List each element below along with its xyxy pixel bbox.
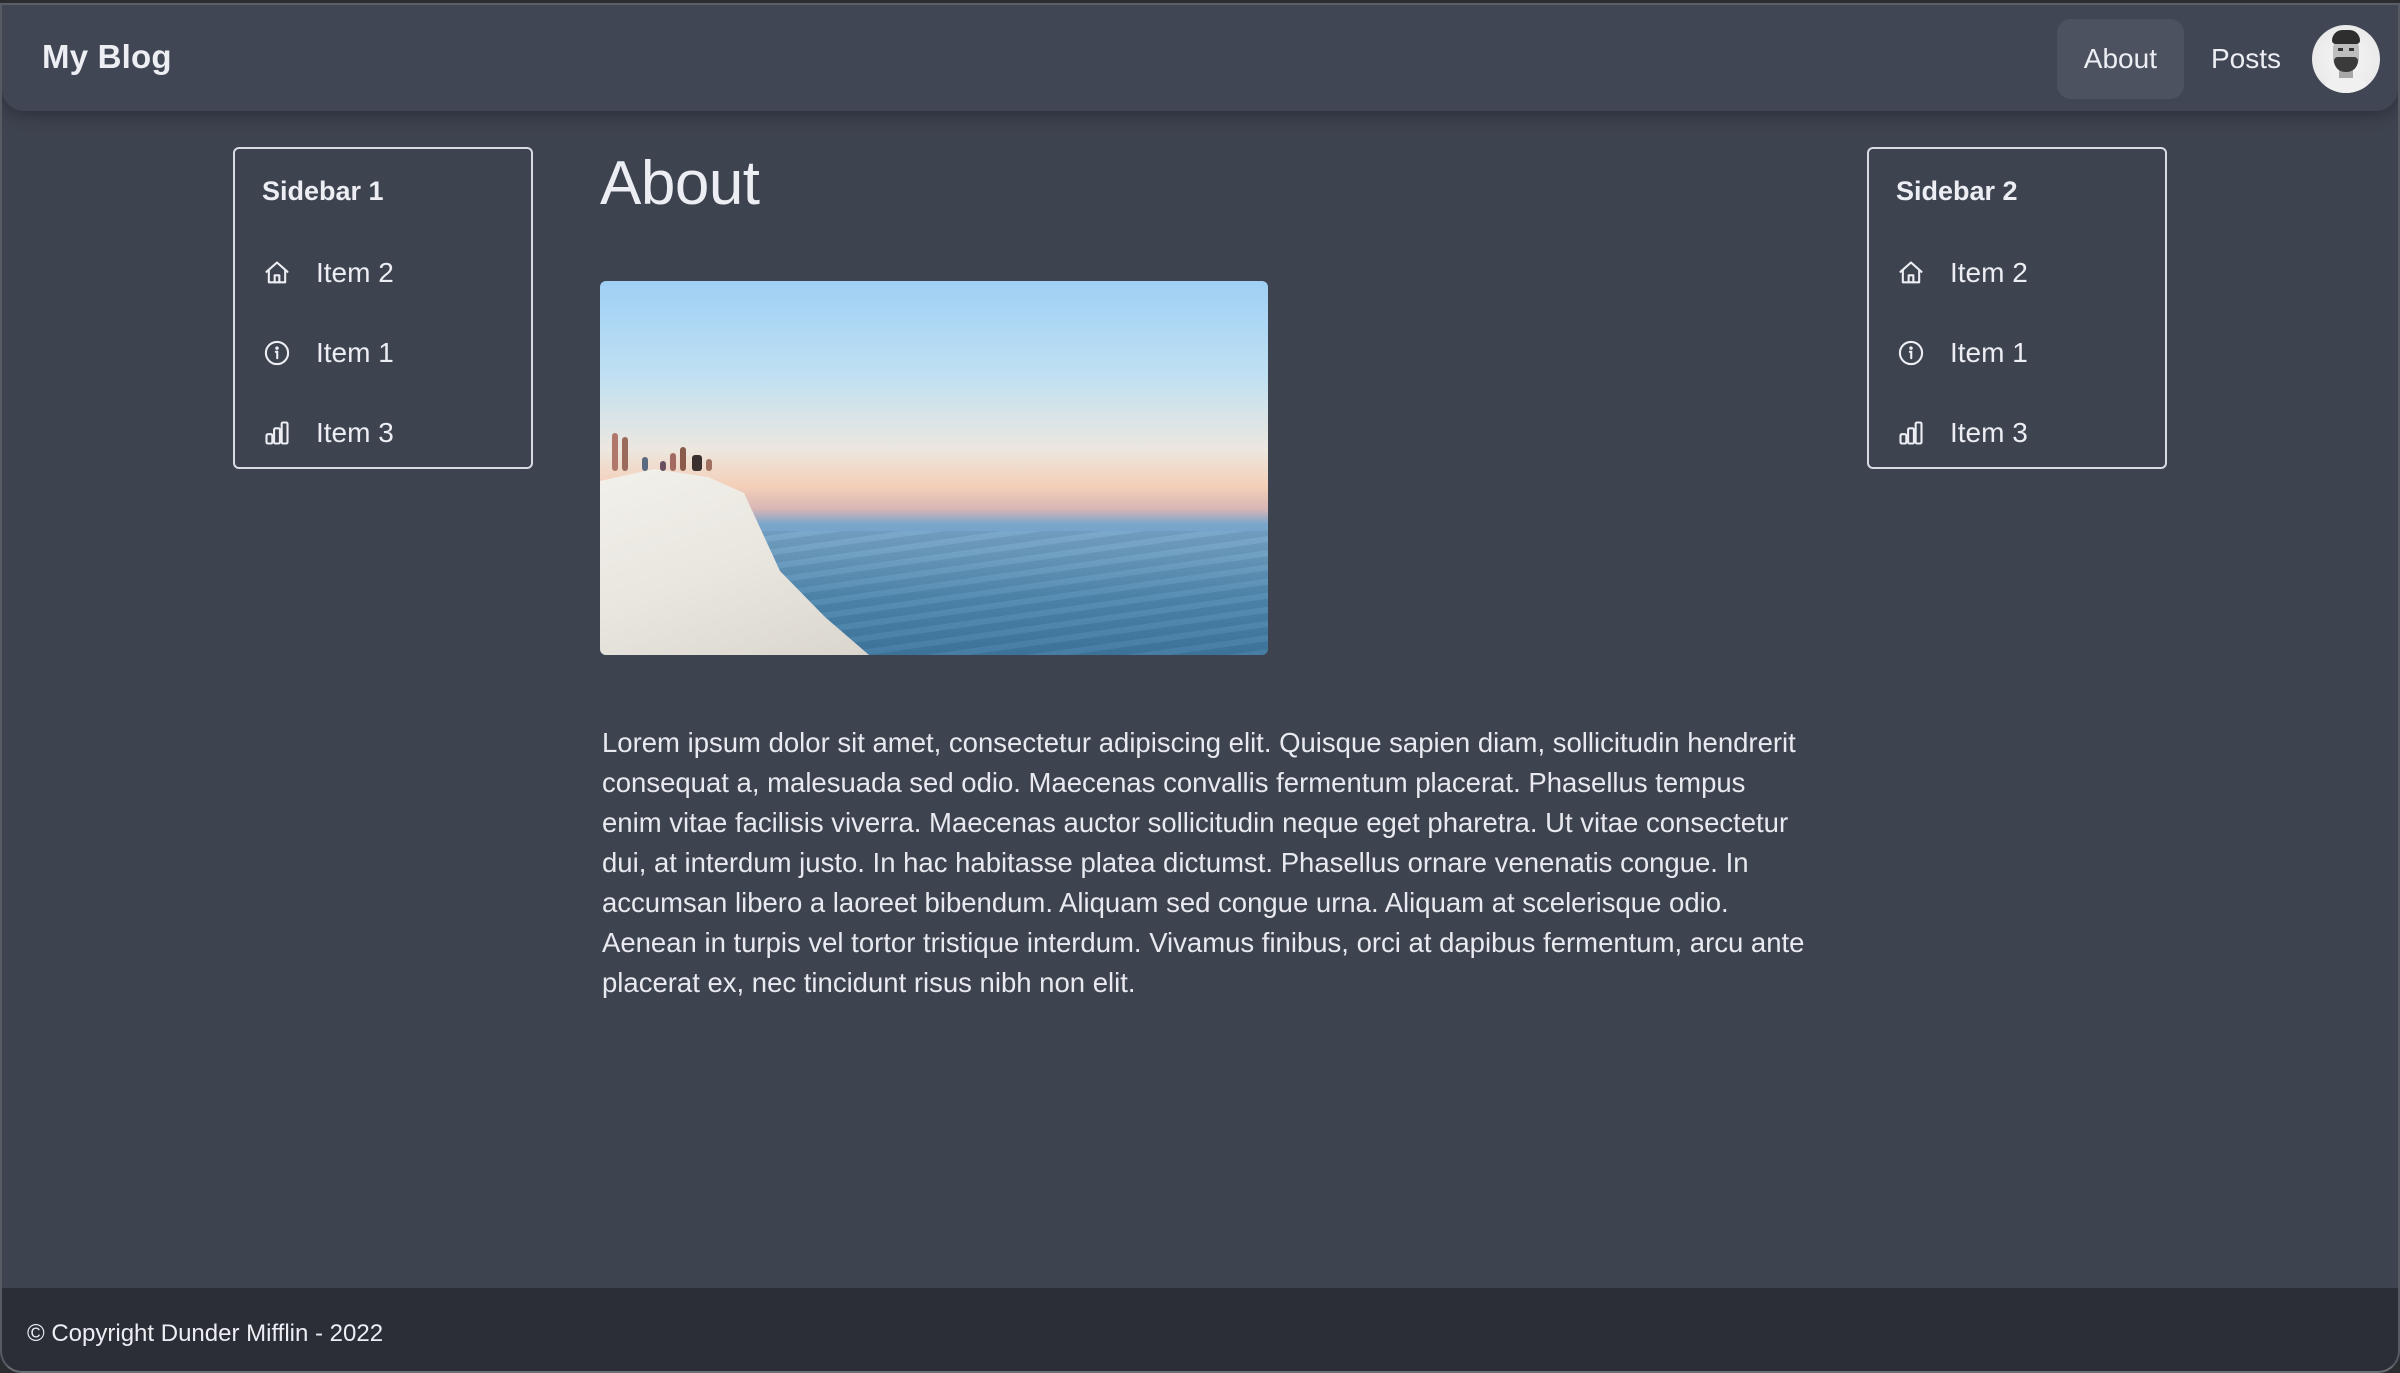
footer: © Copyright Dunder Mifflin - 2022 [2,1288,2398,1371]
sidebar-item-label: Item 2 [1950,257,2028,288]
navbar: My Blog About Posts [2,5,2398,111]
sidebar-item-3[interactable]: Item 3 [262,413,394,453]
browser-window: My Blog About Posts Sidebar 1 Item 2 Ite… [0,3,2400,1373]
bar-chart-icon [1896,418,1926,448]
home-icon [262,258,292,288]
sidebar-item-3[interactable]: Item 3 [1896,413,2028,453]
home-icon [1896,258,1926,288]
avatar[interactable] [2312,25,2380,93]
brand-logo[interactable]: My Blog [42,38,172,76]
sidebar-title: Sidebar 1 [262,176,384,206]
avatar-eyes [2338,48,2354,51]
info-icon [262,338,292,368]
sidebar-item-label: Item 1 [316,337,394,368]
sidebar-item-1[interactable]: Item 1 [262,333,394,373]
nav-links: About Posts [2056,19,2380,99]
hero-image [600,281,1268,655]
sidebar-1: Sidebar 1 Item 2 Item 1 Item 3 [233,147,533,469]
sidebar-item-label: Item 2 [316,257,394,288]
avatar-hair [2332,30,2360,44]
sidebar-item-1[interactable]: Item 1 [1896,333,2028,373]
about-body-text: Lorem ipsum dolor sit amet, consectetur … [602,727,1805,998]
copyright-text: © Copyright Dunder Mifflin - 2022 [27,1320,384,1347]
avatar-beard [2334,57,2358,72]
sidebar-item-2[interactable]: Item 2 [1896,253,2028,293]
sidebar-item-label: Item 3 [1950,417,2028,448]
nav-posts-link[interactable]: Posts [2184,19,2308,99]
sidebar-item-label: Item 3 [316,417,394,448]
sidebar-title: Sidebar 2 [1896,176,2018,206]
nav-about-link[interactable]: About [2056,19,2184,99]
sidebar-item-label: Item 1 [1950,337,2028,368]
page-title: About [600,149,760,218]
bar-chart-icon [262,418,292,448]
info-icon [1896,338,1926,368]
sidebar-2: Sidebar 2 Item 2 Item 1 Item 3 [1867,147,2167,469]
sidebar-item-2[interactable]: Item 2 [262,253,394,293]
hero-people [608,431,718,471]
